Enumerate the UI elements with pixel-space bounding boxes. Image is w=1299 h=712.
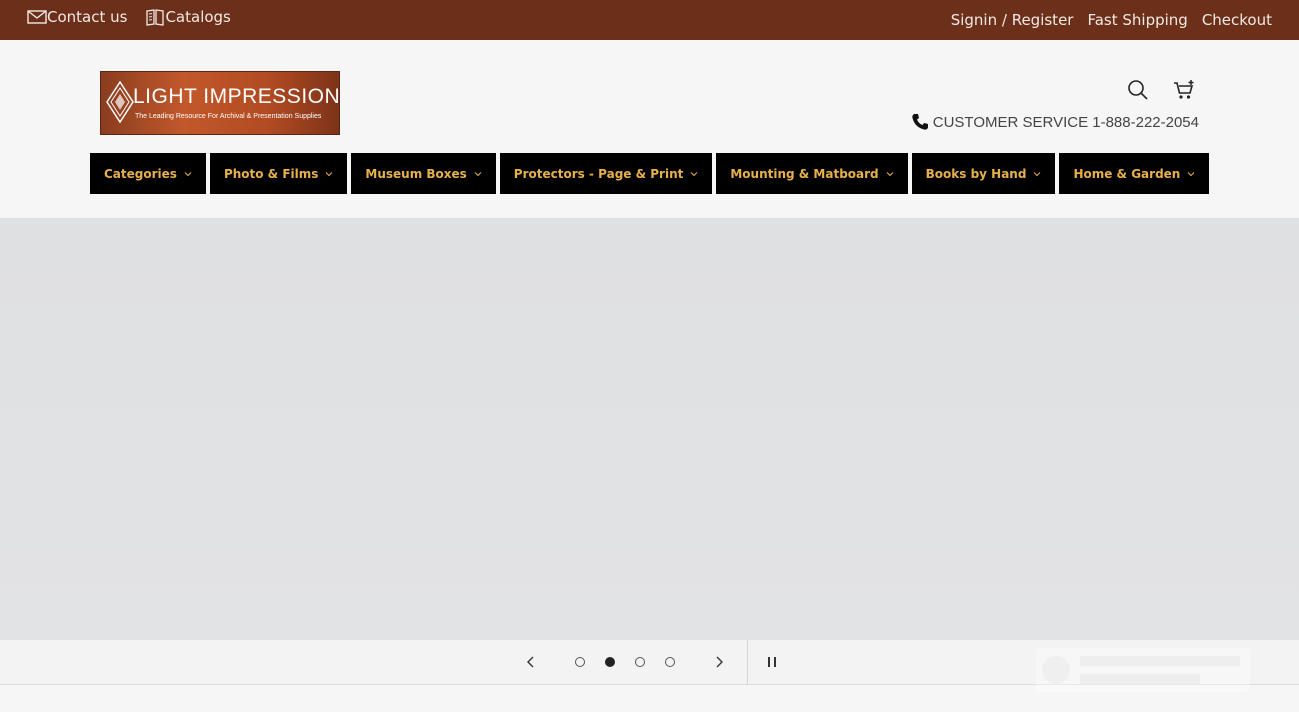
controls-divider <box>747 640 748 685</box>
slide-dot-3[interactable] <box>635 657 645 667</box>
envelope-icon <box>27 7 47 27</box>
nav-item-home-garden[interactable]: Home & Garden <box>1059 153 1210 194</box>
nav-item-protectors[interactable]: Protectors - Page & Print <box>499 153 713 194</box>
chevron-down-icon <box>690 171 698 176</box>
trust-badge-watermark <box>1036 648 1250 692</box>
nav-item-label: Protectors - Page & Print <box>513 166 684 181</box>
contact-us-label: Contact us <box>47 8 128 26</box>
logo-diamond-mark <box>106 80 134 124</box>
slide-dot-4[interactable] <box>665 657 675 667</box>
nav-item-mounting-matboard[interactable]: Mounting & Matboard <box>716 153 908 194</box>
slide-dot-2[interactable] <box>605 657 615 667</box>
nav-item-label: Museum Boxes <box>365 166 467 181</box>
logo-brand-text: LIGHT IMPRESSIONS® <box>133 85 340 108</box>
catalogs-label: Catalogs <box>165 8 231 26</box>
search-icon[interactable] <box>1126 78 1150 102</box>
nav-item-label: Books by Hand <box>925 166 1027 181</box>
chevron-down-icon <box>1187 171 1195 176</box>
book-icon <box>145 7 165 27</box>
chevron-down-icon <box>184 171 192 176</box>
signin-register-link[interactable]: Signin / Register <box>951 11 1074 29</box>
nav-item-museum-boxes[interactable]: Museum Boxes <box>351 153 496 194</box>
nav-item-label: Mounting & Matboard <box>730 166 879 181</box>
customer-service-text: CUSTOMER SERVICE 1-888-222-2054 <box>932 113 1199 131</box>
site-logo[interactable]: LIGHT IMPRESSIONS® The Leading Resource … <box>100 71 340 135</box>
nav-item-books-by-hand[interactable]: Books by Hand <box>911 153 1056 194</box>
nav-item-label: Categories <box>104 166 177 181</box>
chevron-down-icon <box>886 171 893 176</box>
logo-tagline: The Leading Resource For Archival & Pres… <box>135 113 322 120</box>
contact-us-link[interactable]: Contact us <box>27 7 127 27</box>
main-nav: Categories Photo & Films Museum Boxes Pr… <box>90 153 1210 194</box>
fast-shipping-link[interactable]: Fast Shipping <box>1087 11 1187 29</box>
cart-icon[interactable] <box>1172 78 1196 102</box>
catalogs-link[interactable]: Catalogs <box>145 7 231 27</box>
pause-slideshow-button[interactable] <box>765 654 779 670</box>
checkout-link[interactable]: Checkout <box>1202 11 1272 29</box>
previous-slide-button[interactable] <box>522 653 540 671</box>
next-slide-button[interactable] <box>710 653 728 671</box>
site-header: LIGHT IMPRESSIONS® The Leading Resource … <box>0 40 1299 218</box>
customer-service-line[interactable]: CUSTOMER SERVICE 1-888-222-2054 <box>911 113 1199 131</box>
chevron-down-icon <box>326 171 333 176</box>
nav-item-label: Photo & Films <box>223 166 319 181</box>
top-utility-bar: Contact us Catalogs Signin / Register Fa… <box>0 0 1299 40</box>
slide-dot-1[interactable] <box>575 657 585 667</box>
phone-icon <box>911 113 929 131</box>
chevron-down-icon <box>474 171 482 176</box>
hero-slideshow[interactable] <box>0 218 1299 640</box>
chevron-down-icon <box>1034 171 1041 176</box>
nav-item-label: Home & Garden <box>1073 166 1181 181</box>
nav-item-categories[interactable]: Categories <box>90 153 206 194</box>
nav-item-photo-films[interactable]: Photo & Films <box>209 153 348 194</box>
